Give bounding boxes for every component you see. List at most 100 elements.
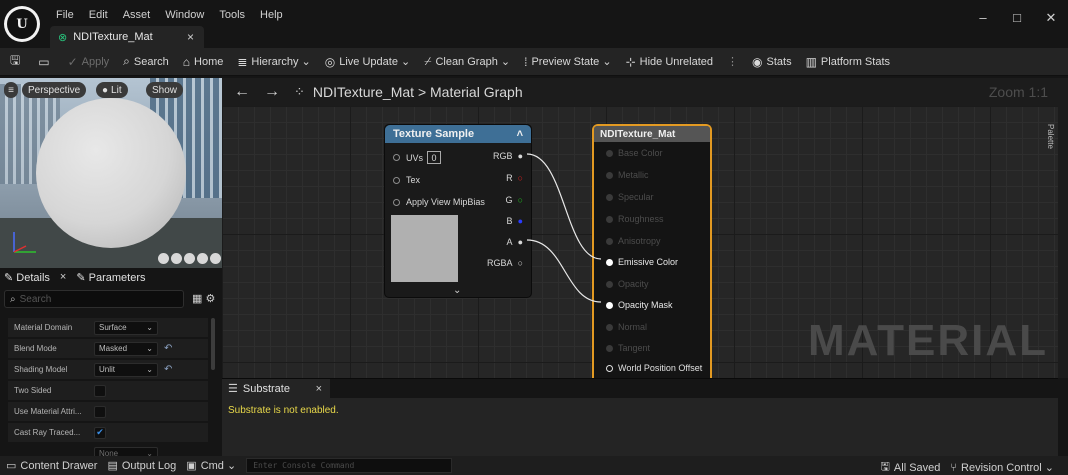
use-material-attributes-checkbox[interactable] [94,405,106,418]
pin-label: Opacity Mask [618,300,673,310]
pin-normal[interactable]: Normal [606,322,647,332]
cmd-dropdown[interactable]: ▣ Cmd ⌄ [186,459,236,472]
hide-unrelated-label: Hide Unrelated [639,55,714,68]
menu-help[interactable]: Help [260,9,283,21]
viewport-menu-button[interactable]: ≡ [4,82,18,98]
lit-button[interactable]: ● Lit [96,82,128,98]
pin-metallic[interactable]: Metallic [606,170,649,180]
blend-mode-dropdown[interactable]: Masked ⌄ [94,341,158,356]
show-button[interactable]: Show [146,82,184,98]
output-pin-b[interactable]: B ● [507,216,523,226]
output-pin-rgba[interactable]: RGBA ○ [487,258,523,268]
material-domain-dropdown[interactable]: Surface ⌄ [94,320,158,335]
teapot-icon[interactable] [210,253,221,264]
hide-unrelated-button[interactable]: ⊹ Hide Unrelated [626,55,713,69]
pin-specular[interactable]: Specular [606,192,654,202]
output-pin-g[interactable]: G ○ [506,195,523,205]
document-tab[interactable]: ⊗ NDITexture_Mat × [50,26,204,48]
shading-model-value: Unlit [99,365,116,374]
apply-button[interactable]: ✓ Apply [68,55,110,69]
live-update-icon: ◎ [324,54,336,69]
revision-control-button[interactable]: ⑂ Revision Control ⌄ [950,458,1054,475]
details-tab-close-icon[interactable]: × [60,271,66,283]
output-log-button[interactable]: ▤ Output Log [107,459,176,473]
cylinder-icon[interactable] [158,253,169,264]
pin-label: Roughness [618,214,664,224]
breadcrumb[interactable]: NDITexture_Mat > Material Graph [313,84,523,100]
sphere-icon[interactable] [171,253,182,264]
preview-state-button[interactable]: ⁞ Preview State ⌄ [524,55,611,69]
uv-value-input[interactable]: 0 [427,151,442,164]
menu-file[interactable]: File [56,9,74,21]
grid-view-icon[interactable]: ▦ [192,293,202,305]
content-drawer-label: Content Drawer [20,459,98,472]
output-pin-rgb[interactable]: RGB ● [493,151,523,161]
console-input[interactable]: Enter Console Command [246,458,453,473]
pin-opacity-mask[interactable]: Opacity Mask [606,300,673,310]
pin-base-color[interactable]: Base Color [606,148,663,158]
property-label: Two Sided [14,386,52,395]
substrate-close-icon[interactable]: × [316,383,322,395]
menu-edit[interactable]: Edit [89,9,108,21]
platform-stats-button[interactable]: ▥ Platform Stats [806,55,890,69]
menu-tools[interactable]: Tools [219,9,245,21]
node-header[interactable]: Texture Sample ˄ [385,125,531,143]
menu-asset[interactable]: Asset [123,9,151,21]
all-saved-button[interactable]: 🖫 All Saved [881,458,941,475]
node-header[interactable]: NDITexture_Mat [594,126,710,142]
close-button[interactable]: ✕ [1034,10,1068,26]
tab-details[interactable]: ✎ Details [4,271,50,284]
plane-icon[interactable] [184,253,195,264]
palette-sidebar[interactable]: Palette [1046,106,1068,378]
pin-emissive-color[interactable]: Emissive Color [606,257,678,267]
back-arrow-icon[interactable]: ← [234,83,250,101]
reset-to-default-icon[interactable]: ↶ [164,343,172,354]
pin-anisotropy[interactable]: Anisotropy [606,236,661,246]
stats-icon: ◉ [752,54,763,69]
home-button[interactable]: ⌂ Home [183,55,224,69]
expand-node-icon[interactable]: ⌄ [453,285,461,296]
texture-sample-node[interactable]: Texture Sample ˄ UVs 0 Tex Apply View MipB… [384,124,532,298]
stats-button[interactable]: ◉ Stats [752,55,792,69]
pin-opacity[interactable]: Opacity [606,279,649,289]
input-pin-tex[interactable]: Tex [393,175,420,185]
perspective-button[interactable]: Perspective [22,82,87,98]
minimize-button[interactable]: – [966,10,1000,26]
reset-to-default-icon[interactable]: ↶ [164,364,172,375]
collapse-icon[interactable]: ˄ [517,128,523,140]
maximize-button[interactable]: □ [1000,10,1034,26]
cast-ray-traced-checkbox[interactable]: ✔ [94,426,106,439]
menu-window[interactable]: Window [165,9,204,21]
tab-substrate[interactable]: ☰ Substrate × [222,379,330,398]
pin-tangent[interactable]: Tangent [606,343,650,353]
output-pin-r[interactable]: R ○ [506,173,523,183]
details-scrollbar[interactable] [211,318,215,370]
tab-parameters[interactable]: ✎ Parameters [76,271,145,284]
save-button[interactable]: 🖫 [10,51,24,72]
shading-model-dropdown[interactable]: Unlit ⌄ [94,362,158,377]
cube-icon[interactable] [197,253,208,264]
pin-world-position-offset[interactable]: World Position Offset [606,363,702,373]
search-button[interactable]: ⌕ Search [123,54,169,69]
clean-graph-button[interactable]: ⌿ Clean Graph ⌄ [424,54,510,69]
tab-close-icon[interactable]: × [187,30,194,44]
browse-button[interactable]: ▭ [38,55,53,69]
pin-roughness[interactable]: Roughness [606,214,664,224]
output-pin-a[interactable]: A ● [507,237,523,247]
two-sided-checkbox[interactable] [94,384,106,397]
details-view-options[interactable]: ▦ ⚙ [192,292,215,305]
settings-icon[interactable]: ⚙ [205,293,215,305]
content-drawer-button[interactable]: ▭ Content Drawer [6,459,98,473]
details-search-input[interactable]: ⌕ Search [4,290,184,308]
pin-label: A [506,237,513,247]
pin-icon [606,215,613,223]
live-update-button[interactable]: ◎ Live Update ⌄ [325,55,410,69]
unreal-logo[interactable]: U [4,6,40,42]
material-result-node[interactable]: NDITexture_Mat Base Color Metallic Specu… [592,124,712,378]
forward-arrow-icon[interactable]: → [264,83,280,101]
input-pin-uvs[interactable]: UVs 0 [393,151,442,164]
more-options-icon[interactable]: ⋮ [727,55,738,68]
preview-viewport[interactable]: ≡ Perspective ● Lit Show [0,78,222,268]
hierarchy-button[interactable]: ≣ Hierarchy ⌄ [237,55,310,69]
input-pin-mipbias[interactable]: Apply View MipBias [393,197,485,207]
